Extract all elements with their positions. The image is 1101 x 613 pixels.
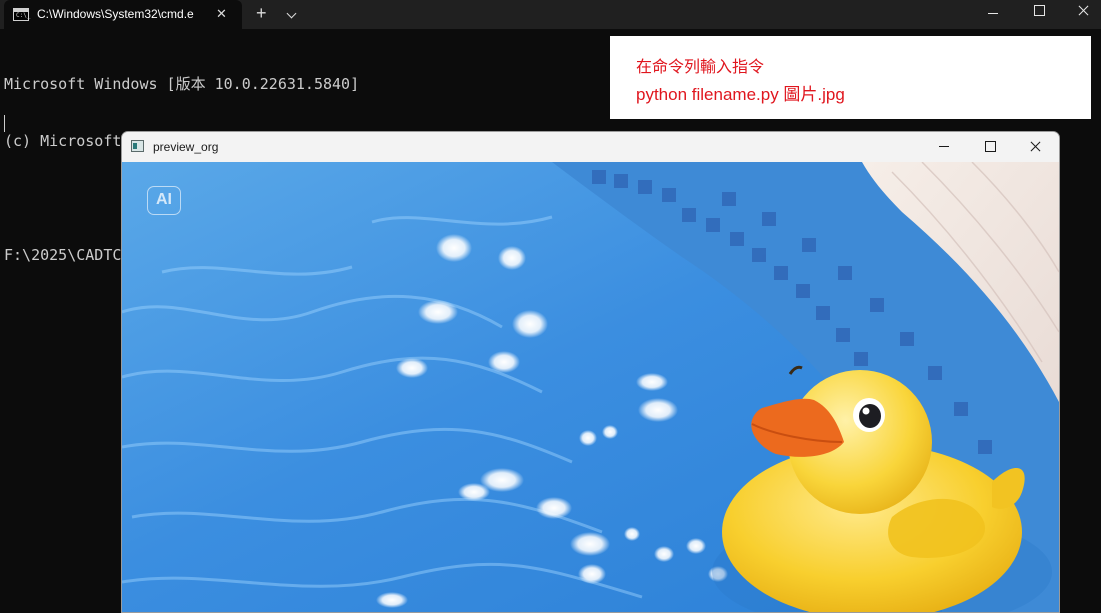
preview-close-button[interactable] [1013, 132, 1059, 162]
annotation-title: 在命令列輸入指令 [636, 53, 764, 77]
annotation-command: python filename.py 圖片.jpg [636, 80, 845, 105]
maximize-button[interactable] [1016, 0, 1062, 29]
pool-image [122, 162, 1059, 612]
cmd-icon: C:\_ [13, 8, 29, 21]
annotation-box: 在命令列輸入指令 python filename.py 圖片.jpg [610, 36, 1091, 119]
terminal-tab[interactable]: C:\_ C:\Windows\System32\cmd.e ✕ [4, 0, 242, 29]
preview-titlebar[interactable]: preview_org [122, 132, 1059, 162]
text-cursor [4, 115, 5, 132]
opencv-window-icon [131, 140, 144, 152]
minimize-button[interactable] [970, 0, 1016, 29]
terminal-titlebar: C:\_ C:\Windows\System32\cmd.e ✕ + [0, 0, 1101, 29]
chevron-down-icon[interactable] [287, 9, 297, 19]
preview-title: preview_org [153, 140, 218, 154]
preview-maximize-button[interactable] [967, 132, 1013, 162]
ai-badge: AI [147, 186, 181, 215]
tab-close-icon[interactable]: ✕ [216, 6, 227, 22]
tab-title: C:\Windows\System32\cmd.e [37, 7, 207, 21]
terminal-line: Microsoft Windows [版本 10.0.22631.5840] [4, 75, 537, 94]
close-button[interactable] [1062, 0, 1101, 29]
new-tab-button[interactable]: + [256, 3, 267, 24]
preview-minimize-button[interactable] [921, 132, 967, 162]
preview-window[interactable]: preview_org [121, 131, 1060, 613]
